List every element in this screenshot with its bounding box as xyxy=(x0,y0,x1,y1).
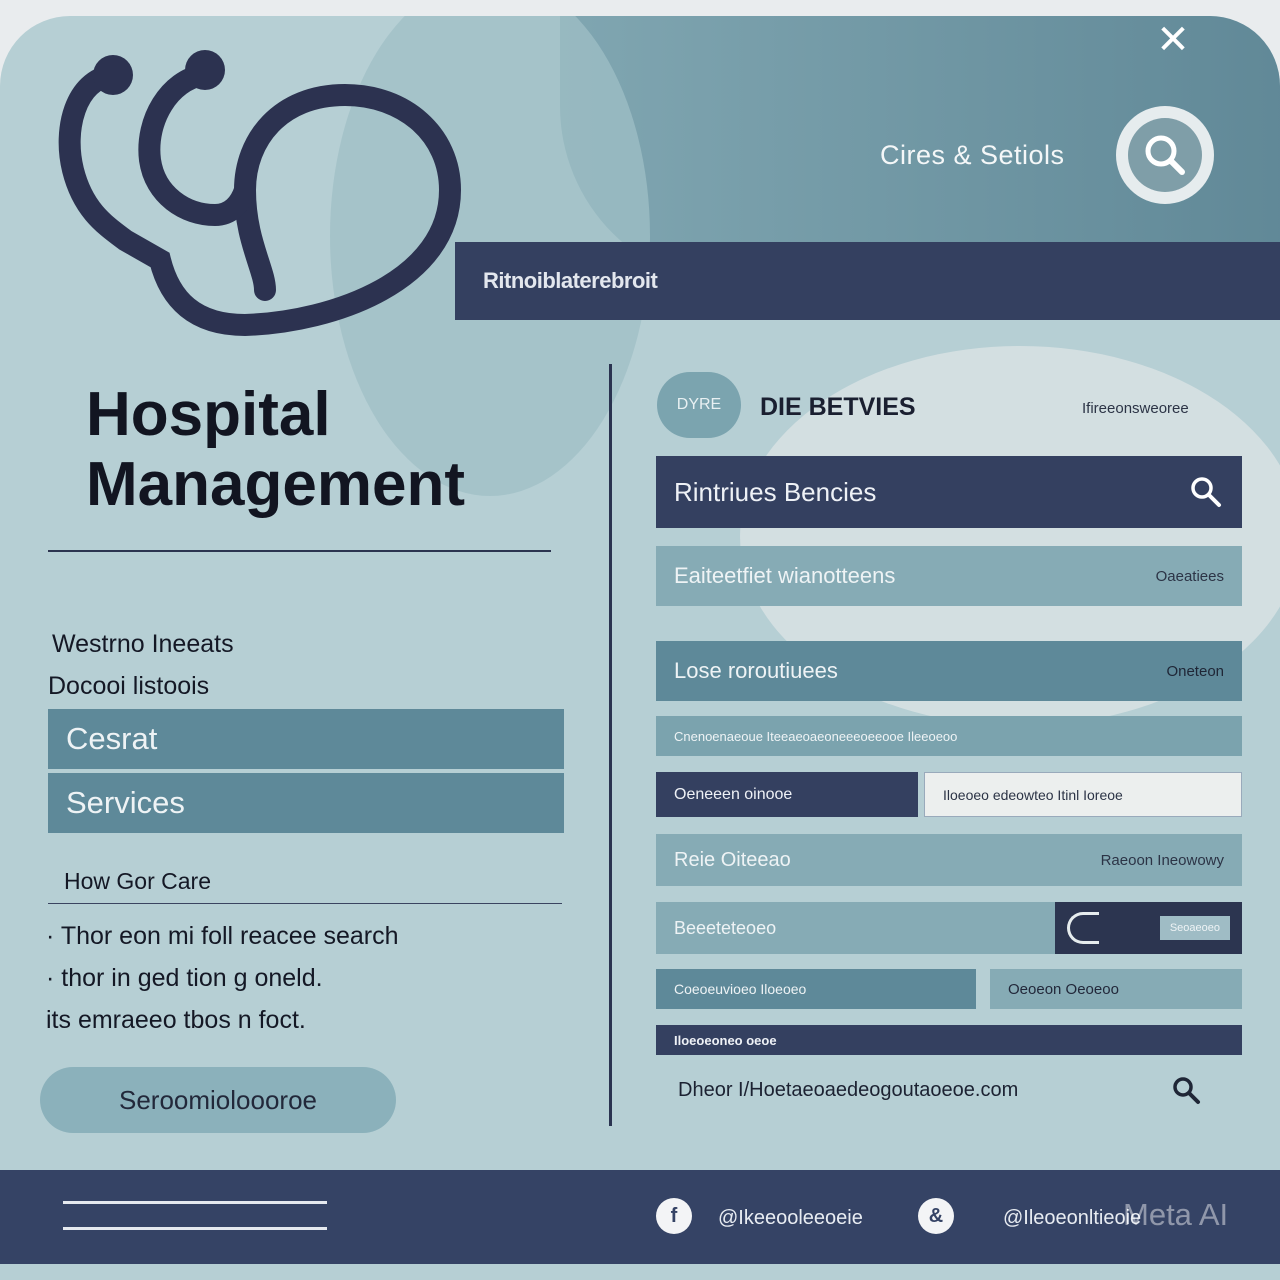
list-item-label: Iloeoeoneo oeoe xyxy=(674,1032,777,1048)
toggle-handle[interactable] xyxy=(1067,912,1099,944)
menu-item-cesrat[interactable]: Cesrat xyxy=(48,709,564,769)
url-text[interactable]: Dheor I/Hoetaeoaedeogoutaoeoe.com xyxy=(678,1079,1018,1102)
header-banner: Ritnoiblaterebroit xyxy=(455,242,1280,320)
page-title: Hospital Management xyxy=(86,380,465,520)
list-item-label: Oeoeon Oeoeoo xyxy=(1008,980,1119,998)
watermark: Meta AI xyxy=(1123,1197,1229,1232)
section-label: How Gor Care xyxy=(64,868,211,894)
section-heading: DIE BETVIES xyxy=(760,393,916,421)
list-item[interactable]: Eaiteetfiet wianotteens Oaeatiees xyxy=(656,546,1242,606)
social-handle[interactable]: @Ikeeooleeoeie xyxy=(718,1207,863,1230)
tab-label: Iloeoeo edeowteo Itinl Ioreoe xyxy=(943,786,1123,803)
list-item[interactable]: Oeoeon Oeoeoo xyxy=(990,969,1242,1009)
search-bar-label: Rintriues Bencies xyxy=(674,476,877,507)
tag-badge[interactable]: DYRE xyxy=(657,372,741,438)
list-item[interactable]: Beeeteteoeo xyxy=(656,902,1056,954)
footer-line xyxy=(63,1201,327,1204)
tab-left[interactable]: Oeneeen oinooe xyxy=(656,772,918,817)
search-icon[interactable] xyxy=(1188,474,1224,510)
tab-label: Oeneeen oinooe xyxy=(674,785,793,803)
list-item[interactable]: Reie Oiteeao Raeoon Ineowowy xyxy=(656,834,1242,886)
divider xyxy=(48,550,551,552)
tab-right[interactable]: Iloeoeo edeowteo Itinl Ioreoe xyxy=(924,772,1242,817)
list-item[interactable]: Lose roroutiuees Oneteon xyxy=(656,641,1242,701)
list-item-value: Oaeatiees xyxy=(1155,567,1224,585)
list-item-label: Coeoeuvioeo Iloeoeo xyxy=(674,981,807,997)
column-divider xyxy=(609,364,612,1126)
close-icon[interactable]: ✕ xyxy=(1150,20,1196,60)
list-item-label: Eaiteetfiet wianotteens xyxy=(674,563,896,588)
list-item-label: Reie Oiteeao xyxy=(674,848,791,871)
body-line: · thor in ged tion g oneld. xyxy=(46,964,323,992)
footer-line xyxy=(63,1227,327,1230)
list-item[interactable]: Iloeoeoneo oeoe xyxy=(656,1025,1242,1055)
list-item-value: Oneteon xyxy=(1166,662,1224,680)
cta-button[interactable]: Seroomioloooroe xyxy=(40,1067,396,1133)
toggle-control[interactable]: Seoaeoeo xyxy=(1055,902,1242,954)
menu-item-services[interactable]: Services xyxy=(48,773,564,833)
search-bar[interactable]: Rintriues Bencies xyxy=(656,456,1242,528)
social-icon[interactable]: & xyxy=(918,1198,954,1234)
body-line: · Thor eon mi foll reacee search xyxy=(46,922,399,950)
list-item-label: Lose roroutiuees xyxy=(674,658,838,683)
search-icon[interactable] xyxy=(1170,1074,1202,1106)
search-button[interactable] xyxy=(1116,106,1214,204)
list-item[interactable]: Cnenoenaeoue Iteeaeoaeoneeeoeeooe Ileeoe… xyxy=(656,716,1242,756)
stethoscope-icon xyxy=(58,50,462,337)
list-item-label: Beeeteteoeo xyxy=(674,917,777,938)
page-title-line: Hospital xyxy=(86,380,331,449)
body-line: its emraeeo tbos n foct. xyxy=(46,1006,306,1034)
subtitle: Docooi listoois xyxy=(48,672,210,700)
search-icon xyxy=(1128,118,1202,192)
nav-link[interactable]: Cires & Setiols xyxy=(880,140,1065,171)
facebook-icon[interactable]: f xyxy=(656,1198,692,1234)
list-item-label: Cnenoenaeoue Iteeaeoaeoneeeoeeooe Ileeoe… xyxy=(674,728,958,744)
page-title-line: Management xyxy=(86,450,465,519)
list-item[interactable]: Coeoeuvioeo Iloeoeo xyxy=(656,969,976,1009)
list-item-value: Raeoon Ineowowy xyxy=(1100,851,1224,869)
url-row[interactable]: Dheor I/Hoetaeoaedeogoutaoeoe.com xyxy=(660,1070,1220,1110)
social-handle[interactable]: @Ileoeonltieoie xyxy=(1003,1207,1141,1230)
divider xyxy=(48,903,562,904)
section-note: Ifireeonsweoree xyxy=(1082,400,1189,417)
toggle-label: Seoaeoeo xyxy=(1159,916,1230,940)
subtitle: Westrno Ineeats xyxy=(52,630,234,658)
